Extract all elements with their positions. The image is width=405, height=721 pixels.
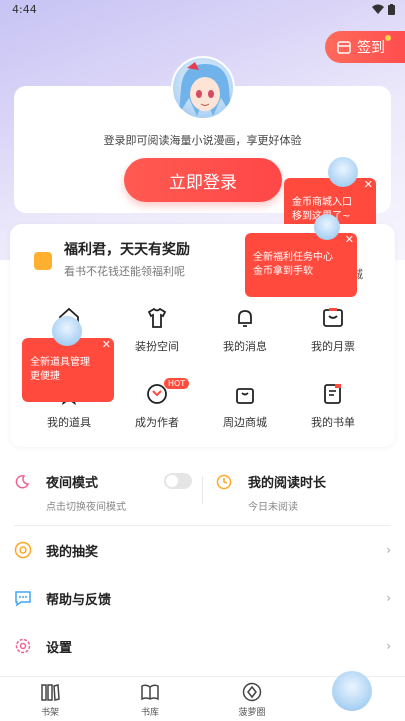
- tip-shop-close-icon[interactable]: ✕: [364, 178, 373, 192]
- grid-label-author: 成为作者: [135, 416, 179, 429]
- chevron-right-icon: ›: [386, 639, 391, 653]
- reading-time-title: 我的阅读时长: [248, 476, 327, 491]
- tip-welfare-close-icon[interactable]: ✕: [345, 233, 354, 247]
- mascot-icon: [328, 157, 358, 187]
- grid-item-dress[interactable]: 装扮空间: [112, 306, 202, 354]
- grid-label-booklist: 我的书单: [311, 416, 355, 429]
- grid-label-props: 我的道具: [47, 416, 91, 429]
- chevron-right-icon: ›: [386, 543, 391, 557]
- night-mode-title: 夜间模式: [46, 476, 99, 491]
- bookshelf-icon: [41, 684, 60, 701]
- settings-icon: [15, 638, 31, 654]
- booklist-icon: [324, 384, 341, 404]
- tip-welfare-text: 全新福利任务中心 金币拿到手软: [253, 252, 333, 277]
- tshirt-icon: [147, 307, 167, 328]
- grid-label-monthly-ticket: 我的月票: [311, 340, 355, 353]
- avatar: [332, 671, 372, 711]
- night-mode[interactable]: 夜间模式 点击切换夜间模式: [14, 466, 199, 516]
- clock-icon: [216, 474, 232, 490]
- grid-label-dress: 装扮空间: [135, 340, 179, 353]
- login-description: 登录即可阅读海量小说漫画，享更好体验: [103, 134, 302, 147]
- reading-time[interactable]: 我的阅读时长 今日未阅读: [216, 466, 391, 516]
- status-icons: [372, 4, 395, 15]
- tab-me[interactable]: [322, 671, 382, 711]
- menu-item-lottery[interactable]: 我的抽奖 ›: [14, 535, 391, 565]
- menu-label-feedback: 帮助与反馈: [46, 592, 112, 608]
- grid-item-shop[interactable]: 周边商城: [200, 382, 290, 430]
- feedback-icon: [15, 591, 31, 607]
- tab-community[interactable]: 菠萝圈: [222, 681, 282, 718]
- tab-label-community: 菠萝圈: [238, 708, 266, 718]
- divider: [14, 525, 391, 526]
- signin-label: 签到: [357, 40, 385, 56]
- signin-button[interactable]: 签到: [325, 31, 405, 63]
- avatar[interactable]: [171, 56, 235, 120]
- compass-icon: [242, 682, 262, 702]
- menu-item-settings[interactable]: 设置 ›: [14, 631, 391, 661]
- lottery-icon: [14, 541, 32, 559]
- welfare-subtitle: 看书不花钱还能领福利呢: [64, 265, 185, 278]
- tip-items-manage: 全新道具管理 更便捷 ✕: [22, 338, 114, 402]
- status-time: 4:44: [12, 3, 37, 16]
- night-mode-sub: 点击切换夜间模式: [46, 502, 126, 513]
- tab-bookshelf[interactable]: 书架: [20, 681, 80, 718]
- grid-item-monthly-ticket[interactable]: 我的月票: [288, 306, 378, 354]
- login-button[interactable]: 立即登录: [124, 158, 282, 202]
- bell-icon: [238, 310, 252, 327]
- bottom-tab-bar: 书架 书库 菠萝圈: [0, 671, 405, 721]
- calendar-icon: [337, 41, 351, 54]
- tab-library[interactable]: 书库: [120, 681, 180, 718]
- grid-label-messages: 我的消息: [223, 340, 267, 353]
- book-icon: [141, 684, 159, 701]
- status-bar: 4:44: [0, 0, 405, 20]
- wifi-icon: [372, 4, 384, 14]
- battery-icon: [388, 4, 395, 15]
- ticket-icon: [323, 308, 343, 327]
- tip-items-text: 全新道具管理 更便捷: [30, 357, 90, 382]
- divider: [202, 476, 203, 504]
- quick-settings-row: 夜间模式 点击切换夜间模式 我的阅读时长 今日未阅读: [10, 466, 395, 516]
- menu-label-lottery: 我的抽奖: [46, 544, 99, 560]
- grid-item-messages[interactable]: 我的消息: [200, 306, 290, 354]
- grid-item-author[interactable]: HOT 成为作者: [112, 378, 202, 430]
- tip-items-close-icon[interactable]: ✕: [102, 338, 111, 352]
- grid-item-booklist[interactable]: 我的书单: [288, 382, 378, 430]
- signin-dot: [385, 35, 391, 41]
- welfare-title[interactable]: 福利君，天天有奖励: [64, 239, 190, 259]
- moon-icon: [15, 475, 30, 489]
- reading-time-sub: 今日未阅读: [248, 502, 298, 513]
- menu-item-feedback[interactable]: 帮助与反馈 ›: [14, 583, 391, 613]
- menu-label-settings: 设置: [46, 640, 73, 656]
- night-mode-toggle[interactable]: [164, 473, 192, 489]
- bag-icon: [236, 388, 254, 404]
- mascot-icon: [52, 316, 82, 346]
- grid-label-shop: 周边商城: [223, 416, 267, 429]
- welfare-icon: [34, 252, 52, 270]
- mascot-icon: [314, 214, 340, 240]
- hot-badge: HOT: [164, 378, 190, 389]
- tab-label-library: 书库: [140, 708, 159, 718]
- tip-welfare-center: 全新福利任务中心 金币拿到手软 ✕: [245, 233, 357, 297]
- chevron-right-icon: ›: [386, 591, 391, 605]
- tab-label-bookshelf: 书架: [40, 708, 59, 718]
